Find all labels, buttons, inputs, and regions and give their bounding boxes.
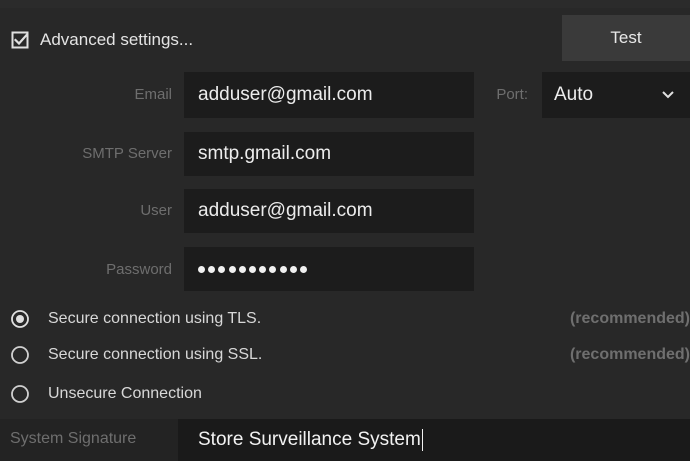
password-dot	[218, 265, 226, 273]
chevron-down-icon[interactable]	[660, 86, 676, 102]
password-field[interactable]	[184, 247, 474, 291]
email-settings-panel: Advanced settings... Test Email adduser@…	[0, 0, 690, 461]
user-label: User	[140, 202, 172, 219]
radio-ssl[interactable]: Secure connection using SSL. (recommende…	[10, 340, 690, 370]
email-field[interactable]: adduser@gmail.com	[184, 72, 474, 118]
password-dot	[208, 265, 216, 273]
advanced-settings-toggle[interactable]: Advanced settings...	[10, 24, 193, 56]
password-dot	[248, 265, 256, 273]
password-dot	[299, 265, 307, 273]
password-dot	[198, 265, 205, 273]
password-mask	[198, 265, 307, 273]
password-dot	[259, 265, 267, 273]
password-dot	[279, 265, 287, 273]
smtp-server-label: SMTP Server	[82, 145, 172, 162]
radio-unsecure[interactable]: Unsecure Connection	[10, 379, 690, 409]
radio-tls-label: Secure connection using TLS.	[48, 310, 262, 327]
radio-unselected-icon[interactable]	[10, 384, 30, 404]
text-caret	[421, 429, 423, 451]
radio-ssl-label: Secure connection using SSL.	[48, 346, 263, 363]
recommended-note: (recommended)	[569, 310, 690, 327]
port-selected-value: Auto	[554, 84, 594, 105]
password-dot	[269, 265, 277, 273]
port-select[interactable]: Auto	[542, 72, 690, 118]
port-label: Port:	[496, 86, 528, 103]
password-dot	[238, 265, 246, 273]
radio-tls[interactable]: Secure connection using TLS. (recommende…	[10, 304, 690, 334]
signature-value: Store Surveillance System	[198, 429, 421, 450]
test-button[interactable]: Test	[562, 15, 690, 61]
signature-field[interactable]: Store Surveillance System	[178, 419, 690, 461]
signature-label: System Signature	[10, 430, 137, 447]
smtp-server-field[interactable]: smtp.gmail.com	[184, 132, 474, 176]
top-edge	[0, 0, 690, 8]
radio-unselected-icon[interactable]	[10, 345, 30, 365]
password-label: Password	[106, 261, 172, 278]
checkbox-checked-icon[interactable]	[10, 30, 30, 50]
advanced-settings-label: Advanced settings...	[40, 30, 194, 49]
user-field[interactable]: adduser@gmail.com	[184, 189, 474, 233]
password-dot	[228, 265, 236, 273]
radio-unsecure-label: Unsecure Connection	[48, 385, 202, 402]
email-label: Email	[134, 86, 172, 103]
radio-selected-icon[interactable]	[10, 309, 30, 329]
recommended-note: (recommended)	[569, 346, 690, 363]
password-dot	[289, 265, 297, 273]
